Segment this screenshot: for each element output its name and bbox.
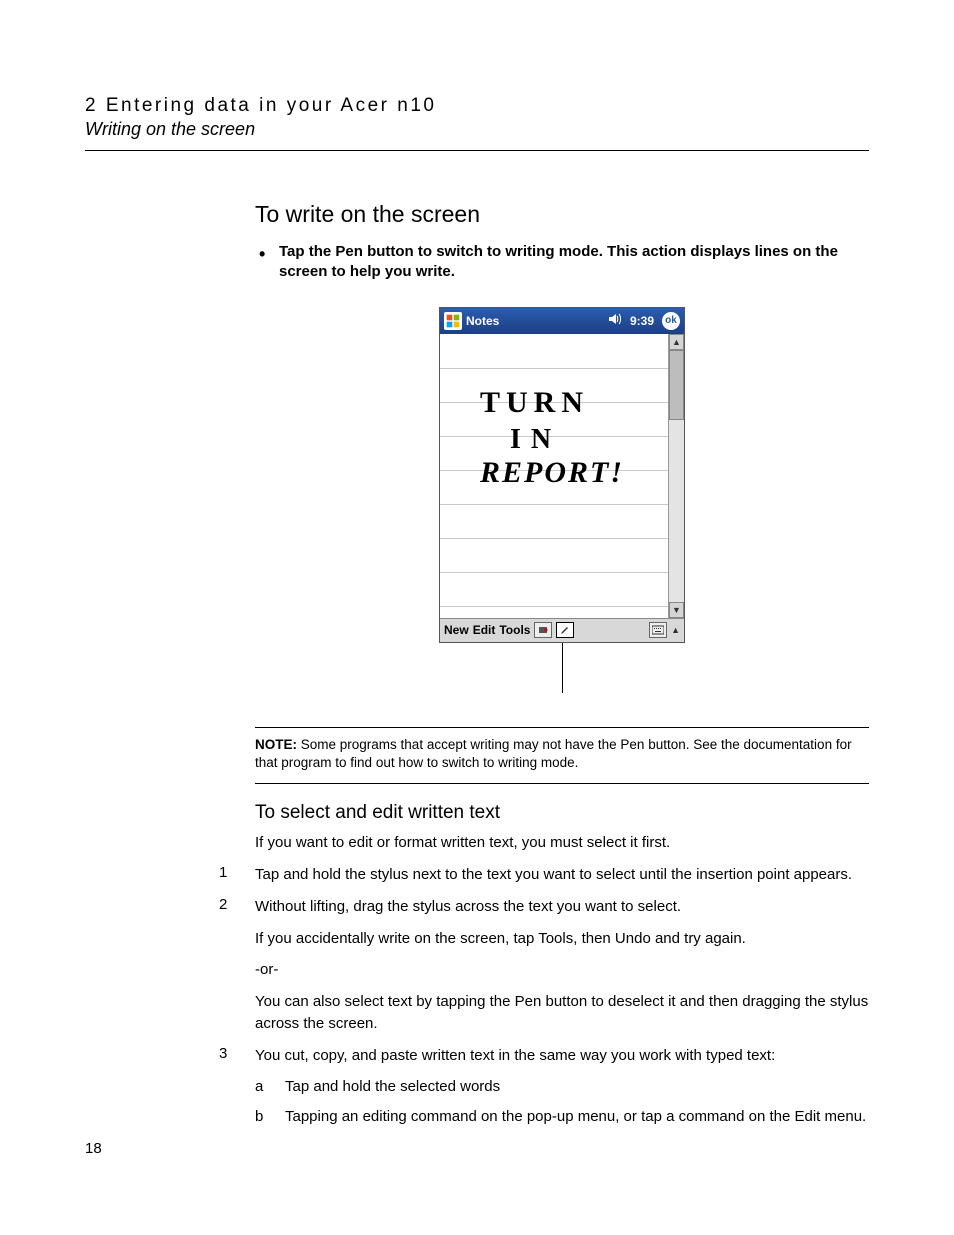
ok-button: ok	[662, 312, 680, 330]
volume-icon	[608, 312, 622, 329]
clock-time: 9:39	[630, 314, 654, 328]
select-intro: If you want to edit or format written te…	[255, 832, 869, 854]
step-text: You can also select text by tapping the …	[255, 991, 869, 1035]
substep-label: a	[255, 1076, 285, 1098]
handwriting-line-2: IN	[510, 424, 561, 456]
menu-edit: Edit	[473, 623, 496, 637]
callout-line	[562, 643, 563, 693]
note-text: Some programs that accept writing may no…	[255, 737, 852, 771]
step-number: 1	[219, 864, 255, 886]
substep-text: Tap and hold the selected words	[285, 1076, 869, 1098]
substep-a: a Tap and hold the selected words	[255, 1076, 869, 1098]
device-screenshot: Notes 9:39 ok	[439, 307, 685, 693]
record-icon	[534, 622, 552, 638]
device-bottombar: New Edit Tools ▲	[440, 618, 684, 642]
keyboard-icon	[649, 622, 667, 638]
page-number: 18	[85, 1140, 102, 1157]
section-title: Writing on the screen	[85, 119, 869, 140]
handwriting-line-1: TURN	[480, 386, 589, 420]
step-text: Without lifting, drag the stylus across …	[255, 896, 869, 918]
writing-canvas: TURN IN REPORT!	[440, 334, 668, 618]
step-number: 2	[219, 896, 255, 1035]
note-box: NOTE: Some programs that accept writing …	[255, 727, 869, 785]
page-header: 2 Entering data in your Acer n10 Writing…	[85, 95, 869, 151]
step-2: 2 Without lifting, drag the stylus acros…	[255, 896, 869, 1035]
bullet-item: Tap the Pen button to switch to writing …	[255, 242, 869, 283]
substeps-list: a Tap and hold the selected words b Tapp…	[255, 1076, 869, 1128]
scroll-up-icon: ▲	[669, 334, 684, 350]
step-text: Tap and hold the stylus next to the text…	[255, 864, 869, 886]
pen-icon	[556, 622, 574, 638]
substep-text: Tapping an editing command on the pop-up…	[285, 1106, 869, 1128]
steps-list: 1 Tap and hold the stylus next to the te…	[255, 864, 869, 1128]
app-title: Notes	[466, 314, 604, 328]
substep-b: b Tapping an editing command on the pop-…	[255, 1106, 869, 1128]
step-text: You cut, copy, and paste written text in…	[255, 1045, 869, 1067]
chapter-title: 2 Entering data in your Acer n10	[85, 95, 869, 117]
header-rule	[85, 150, 869, 151]
scroll-thumb	[669, 350, 684, 420]
device-titlebar: Notes 9:39 ok	[440, 308, 684, 334]
start-icon	[444, 312, 462, 330]
handwriting-line-3: REPORT!	[480, 456, 624, 490]
note-label: NOTE:	[255, 737, 297, 752]
sip-up-icon: ▲	[671, 625, 680, 635]
step-text: -or-	[255, 959, 869, 981]
heading-to-write: To write on the screen	[255, 201, 869, 228]
step-number: 3	[219, 1045, 255, 1128]
step-3: 3 You cut, copy, and paste written text …	[255, 1045, 869, 1128]
bullet-list: Tap the Pen button to switch to writing …	[255, 242, 869, 283]
substep-label: b	[255, 1106, 285, 1128]
menu-new: New	[444, 623, 469, 637]
step-text: If you accidentally write on the screen,…	[255, 928, 869, 950]
scrollbar: ▲ ▼	[668, 334, 684, 618]
scroll-down-icon: ▼	[669, 602, 684, 618]
heading-to-select: To select and edit written text	[255, 802, 869, 824]
step-1: 1 Tap and hold the stylus next to the te…	[255, 864, 869, 886]
menu-tools: Tools	[499, 623, 530, 637]
